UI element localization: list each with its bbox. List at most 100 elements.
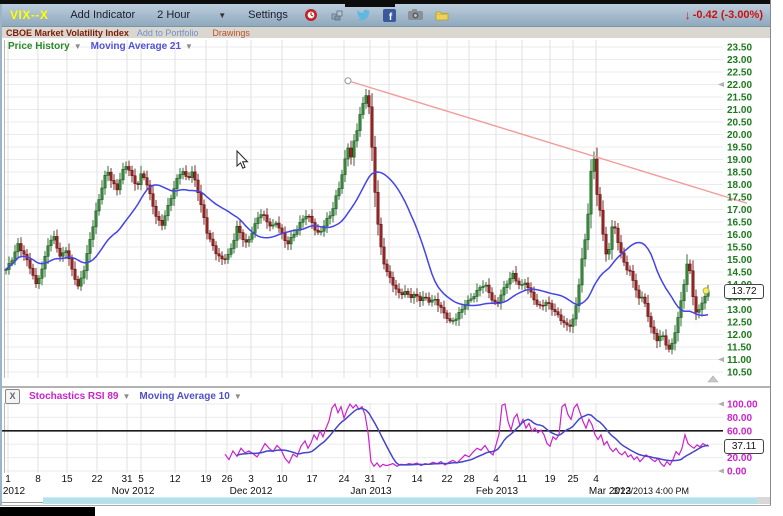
candle-body — [623, 253, 625, 262]
candle-body — [377, 192, 379, 224]
candle-body — [647, 303, 649, 316]
candle-body — [62, 253, 64, 256]
candle-body — [557, 312, 559, 315]
candle-body — [272, 225, 274, 226]
day-tick-label: 31 — [121, 474, 133, 485]
candle-body — [179, 175, 181, 179]
candle-body — [551, 304, 553, 310]
settings-button[interactable]: Settings — [248, 9, 288, 21]
candle-body — [347, 148, 349, 159]
stoch-axis-label: 0.00 — [727, 467, 747, 478]
candle-body — [245, 240, 247, 242]
candle-body — [512, 273, 514, 278]
candle-body — [269, 222, 271, 226]
chevron-down-icon[interactable]: ▼ — [218, 11, 226, 20]
candle-body — [548, 302, 550, 303]
chevron-down-icon[interactable]: ▼ — [74, 42, 82, 51]
day-tick-label: 5 — [138, 474, 144, 485]
symbol-label[interactable]: VIX--X — [10, 8, 48, 22]
candle-body — [302, 219, 304, 222]
price-history-dropdown[interactable]: Price History — [8, 41, 70, 52]
facebook-icon[interactable]: f — [383, 9, 396, 22]
interval-dropdown[interactable]: 2 Hour — [157, 9, 190, 21]
candle-body — [89, 239, 91, 253]
moving-average-10-dropdown[interactable]: Moving Average 10 — [139, 391, 229, 402]
candle-body — [635, 281, 637, 290]
candle-body — [194, 172, 196, 180]
candle-body — [35, 275, 37, 283]
price-axis-label: 11.50 — [727, 343, 752, 354]
stoch-legend: X Stochastics RSI 89 ▼ Moving Average 10… — [5, 389, 242, 404]
price-axis-label: 21.00 — [727, 105, 752, 116]
candle-body — [644, 297, 646, 303]
candle-body — [488, 285, 490, 292]
candle-body — [401, 293, 403, 295]
chevron-down-icon[interactable]: ▼ — [185, 42, 193, 51]
candle-body — [440, 305, 442, 307]
chart-canvas[interactable]: 23.5023.0022.5022.0021.5021.0020.5020.00… — [0, 0, 783, 516]
candle-body — [443, 307, 445, 312]
candle-body — [575, 306, 577, 319]
alarm-icon[interactable] — [304, 8, 318, 22]
candle-body — [677, 317, 679, 332]
candle-body — [344, 159, 346, 175]
stoch-axis-label: 20.00 — [727, 453, 752, 464]
candle-body — [698, 310, 700, 313]
candle-body — [185, 171, 187, 176]
scrollbar-thumb[interactable] — [43, 497, 757, 504]
candle-body — [569, 325, 571, 326]
day-tick-label: 12 — [169, 474, 181, 485]
price-axis-label: 12.50 — [727, 318, 752, 329]
candle-body — [410, 294, 412, 297]
day-tick-label: 4 — [593, 474, 599, 485]
candle-body — [476, 290, 478, 296]
candle-body — [260, 215, 262, 218]
chevron-down-icon[interactable]: ▼ — [122, 392, 130, 401]
stochastics-dropdown[interactable]: Stochastics RSI 89 — [29, 391, 118, 402]
top-black-tab — [345, 0, 395, 7]
candle-body — [485, 285, 487, 286]
candle-body — [572, 319, 574, 326]
add-to-portfolio-link[interactable]: Add to Portfolio — [137, 28, 199, 38]
candle-body — [59, 248, 61, 256]
drawings-link[interactable]: Drawings — [212, 28, 250, 38]
candle-body — [395, 285, 397, 289]
candle-body — [473, 296, 475, 299]
candle-body — [296, 230, 298, 234]
candle-body — [668, 345, 670, 349]
candle-body — [275, 223, 277, 225]
candle-body — [236, 226, 238, 240]
candle-body — [329, 216, 331, 218]
add-indicator-button[interactable]: Add Indicator — [70, 9, 135, 21]
price-axis-label: 10.50 — [727, 368, 752, 379]
candle-body — [104, 175, 106, 188]
stoch-axis-label: 60.00 — [727, 426, 752, 437]
candle-body — [422, 297, 424, 301]
price-axis-label: 20.50 — [727, 118, 752, 129]
scrollbar-track[interactable] — [2, 502, 43, 503]
candle-body — [83, 271, 85, 278]
candle-body — [146, 178, 148, 185]
candle-body — [227, 254, 229, 259]
folder-icon[interactable] — [435, 9, 449, 21]
candle-body — [704, 296, 706, 303]
price-axis-label: 15.00 — [727, 255, 752, 266]
chevron-down-icon[interactable]: ▼ — [234, 392, 242, 401]
moving-average-21-dropdown[interactable]: Moving Average 21 — [91, 41, 181, 52]
candle-body — [50, 240, 52, 246]
camera-icon[interactable] — [408, 9, 423, 21]
blocks-icon[interactable] — [330, 8, 344, 22]
candle-body — [434, 299, 436, 300]
candle-body — [404, 291, 406, 294]
candle-body — [521, 285, 523, 286]
last-price-box: 13.72 — [724, 284, 764, 299]
close-indicator-button[interactable]: X — [5, 389, 20, 404]
price-axis-label: 16.00 — [727, 230, 752, 241]
candle-body — [407, 291, 409, 294]
price-axis-label: 20.00 — [727, 130, 752, 141]
candle-body — [326, 218, 328, 226]
price-axis-label: 19.50 — [727, 143, 752, 154]
candle-body — [182, 171, 184, 174]
price-ma-line — [6, 172, 708, 315]
twitter-icon[interactable] — [356, 8, 371, 22]
